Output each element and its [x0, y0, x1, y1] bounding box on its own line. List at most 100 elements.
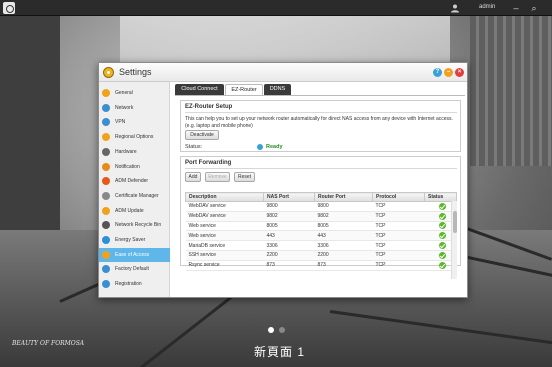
table-cell: TCP	[372, 260, 425, 271]
column-header-nas-port[interactable]: NAS Port	[263, 192, 315, 202]
table-row[interactable]: Web service 443 443 TCP	[185, 230, 457, 242]
minus-icon[interactable]: –	[510, 2, 522, 14]
sidebar-item-ease-of-access[interactable]: Ease of Access	[99, 247, 170, 262]
sidebar-item-network[interactable]: Network	[99, 101, 170, 115]
page-dot-active[interactable]	[268, 327, 274, 333]
shield-icon	[102, 177, 110, 186]
table-cell: Web service	[185, 230, 264, 242]
table-cell: MariaDB service	[185, 240, 264, 251]
table-cell: 8005	[263, 221, 315, 232]
port-forwarding-title: Port Forwarding	[185, 160, 232, 166]
adm-logo-icon[interactable]	[3, 2, 15, 14]
table-row[interactable]: Web service 8005 8005 TCP	[185, 221, 457, 232]
search-icon[interactable]: ⌕	[528, 2, 540, 14]
globe-icon	[102, 133, 110, 142]
minimize-button[interactable]: –	[444, 68, 453, 77]
page-dot[interactable]	[279, 327, 285, 333]
table-row[interactable]: SSH service 2200 2200 TCP	[185, 250, 457, 261]
ease-of-access-icon	[102, 250, 110, 259]
sidebar-item-certificate-manager[interactable]: Certificate Manager	[99, 189, 170, 203]
table-cell: 3306	[314, 240, 373, 251]
sidebar-item-label: Ease of Access	[115, 251, 150, 258]
gear-icon	[102, 89, 110, 97]
sidebar-item-adm-update[interactable]: ADM Update	[99, 204, 170, 218]
table-cell: 9800	[314, 201, 373, 212]
sidebar-item-label: Regional Options	[115, 134, 154, 141]
desktop-page-label: 新頁面 1	[254, 345, 306, 359]
table-cell: TCP	[372, 221, 425, 232]
table-cell: TCP	[372, 211, 425, 222]
remove-button[interactable]: Remove	[205, 172, 230, 182]
certificate-icon	[102, 191, 110, 200]
column-header-description[interactable]: Description	[185, 192, 264, 202]
network-icon	[102, 103, 110, 112]
table-cell: 443	[263, 230, 315, 242]
table-row[interactable]: WebDAV service 9800 9800 TCP	[185, 201, 457, 212]
settings-sidebar: General Network VPN Regional Options Hardwar…	[99, 82, 170, 297]
sidebar-item-label: ADM Update	[115, 207, 144, 214]
sidebar-item-label: Energy Saver	[115, 237, 146, 243]
close-button[interactable]: ×	[455, 68, 464, 77]
sidebar-item-label: ADM Defender	[115, 178, 149, 185]
status-value: Ready	[266, 144, 283, 150]
notification-icon	[102, 162, 110, 171]
sidebar-item-hardware[interactable]: Hardware	[99, 145, 170, 159]
user-icon[interactable]	[450, 3, 460, 13]
check-icon	[438, 222, 446, 230]
port-forwarding-panel: Port Forwarding Add Remove Reset Descrip…	[180, 156, 461, 279]
table-cell: 9800	[263, 201, 315, 212]
table-row[interactable]: Rsync service 873 873 TCP	[185, 260, 457, 271]
sidebar-item-registration[interactable]: Registration	[99, 277, 170, 291]
sidebar-item-network-recycle-bin[interactable]: Network Recycle Bin	[99, 218, 170, 232]
table-cell: Web service	[185, 221, 264, 232]
sidebar-item-label: Notification	[115, 163, 140, 170]
table-row[interactable]: MariaDB service 3306 3306 TCP	[185, 240, 457, 251]
settings-window: Settings ? – × General Network VPN Regional…	[98, 62, 468, 298]
table-cell: SSH service	[185, 250, 264, 261]
sidebar-item-label: Network	[115, 104, 134, 111]
ez-router-setup-panel: EZ-Router Setup This can help you to set…	[180, 100, 461, 152]
table-cell: 2200	[263, 250, 315, 261]
ez-router-setup-title: EZ-Router Setup	[185, 104, 233, 110]
sidebar-item-vpn[interactable]: VPN	[99, 115, 170, 129]
wallpaper-watermark: BEAUTY OF FORMOSA	[12, 340, 85, 347]
tab-cloud-connect[interactable]: Cloud Connect	[175, 84, 224, 95]
column-header-router-port[interactable]: Router Port	[314, 192, 373, 202]
sidebar-item-label: General	[115, 90, 133, 96]
status-info-icon	[257, 144, 263, 150]
sidebar-item-regional-options[interactable]: Regional Options	[99, 130, 170, 144]
deactivate-button[interactable]: Deactivate	[185, 130, 219, 140]
reset-button[interactable]: Reset	[234, 172, 255, 182]
column-header-protocol[interactable]: Protocol	[372, 192, 425, 202]
recycle-bin-icon	[102, 221, 110, 230]
sidebar-item-label: VPN	[115, 119, 126, 126]
sidebar-item-adm-defender[interactable]: ADM Defender	[99, 174, 170, 188]
tab-ez-router[interactable]: EZ-Router	[225, 84, 263, 95]
table-cell: 2200	[314, 250, 373, 261]
sidebar-item-energy-saver[interactable]: Energy Saver	[99, 233, 170, 247]
table-scrollbar[interactable]	[451, 201, 457, 279]
table-row[interactable]: WebDAV service 9802 9802 TCP	[185, 211, 457, 222]
sidebar-item-label: Network Recycle Bin	[115, 222, 162, 229]
window-titlebar[interactable]: Settings ? – ×	[99, 63, 467, 82]
sidebar-item-label: Hardware	[115, 148, 137, 155]
scrollbar-thumb[interactable]	[453, 211, 457, 233]
window-title: Settings	[119, 67, 152, 77]
table-cell: TCP	[372, 230, 425, 242]
sidebar-item-factory-default[interactable]: Factory Default	[99, 262, 170, 276]
table-cell: Rsync service	[185, 260, 264, 271]
check-icon	[438, 212, 446, 220]
sidebar-item-notification[interactable]: Notification	[99, 160, 170, 174]
sidebar-item-general[interactable]: General	[99, 86, 170, 100]
add-button[interactable]: Add	[185, 172, 201, 182]
username-label[interactable]: admin	[479, 4, 495, 10]
help-button[interactable]: ?	[433, 68, 442, 77]
table-cell: TCP	[372, 240, 425, 251]
hardware-icon	[102, 147, 110, 156]
port-forwarding-table: Description NAS Port Router Port Protoco…	[185, 192, 457, 271]
table-cell: TCP	[372, 250, 425, 261]
check-icon	[438, 232, 446, 240]
check-icon	[438, 242, 446, 250]
tab-ddns[interactable]: DDNS	[264, 84, 291, 95]
settings-app-icon	[103, 67, 114, 78]
